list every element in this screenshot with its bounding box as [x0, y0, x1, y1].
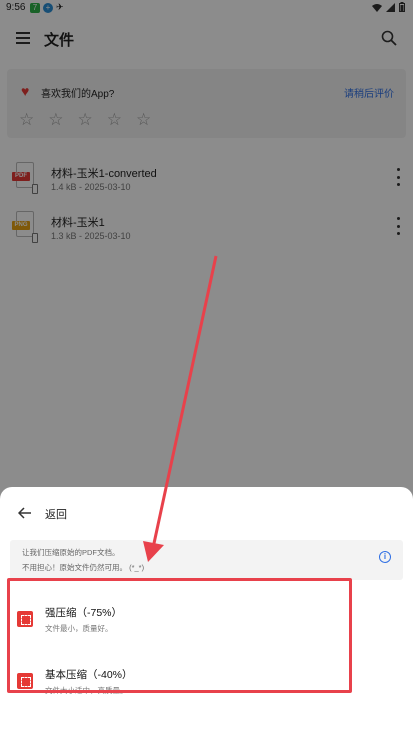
back-arrow-icon[interactable] [18, 506, 32, 520]
info-box: 让我们压缩原始的PDF文档。 不用担心！原始文件仍然可用。 (*_*) i [10, 540, 403, 580]
file-manager-screen: 9:56 7 + ✈ 文件 ♥ 喜欢我们的App? 请稍后评价 ☆ ☆ ☆ ☆ … [0, 0, 413, 734]
info-icon[interactable]: i [379, 551, 391, 563]
info-text-line1: 让我们压缩原始的PDF文档。 [22, 548, 120, 557]
back-button[interactable]: 返回 [45, 506, 67, 522]
annotation-highlight-box [7, 578, 352, 693]
info-text-line2: 不用担心！原始文件仍然可用。 (*_*) [22, 563, 145, 572]
